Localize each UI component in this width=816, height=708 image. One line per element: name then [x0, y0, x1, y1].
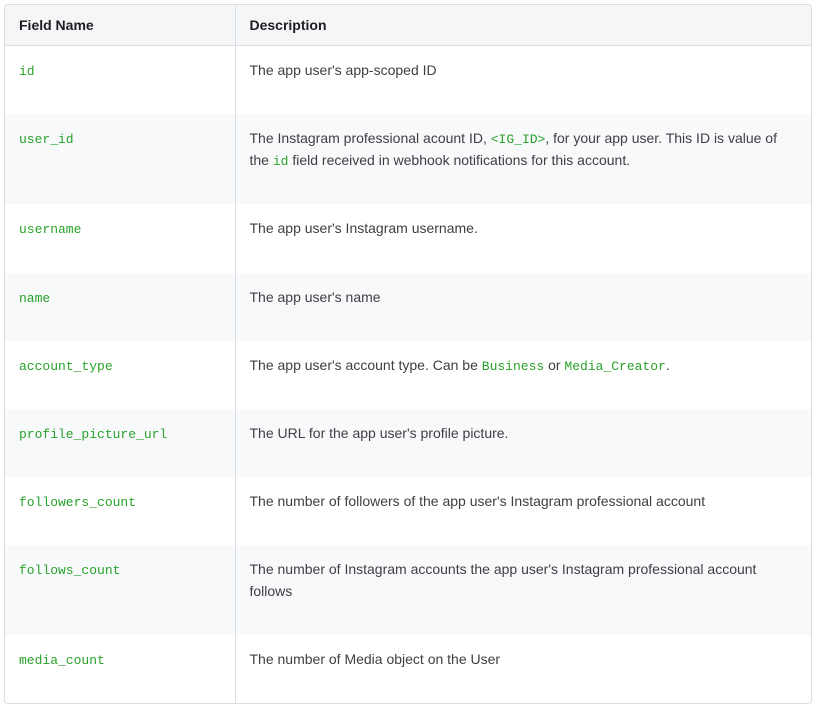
field-name-cell: id	[5, 46, 235, 115]
desc-text: The Instagram professional acount ID,	[250, 130, 491, 146]
desc-text: The app user's name	[250, 289, 381, 305]
table-row: account_type The app user's account type.…	[5, 341, 811, 409]
description-cell: The app user's Instagram username.	[235, 204, 811, 272]
desc-text: The app user's app-scoped ID	[250, 62, 437, 78]
table-body: id The app user's app-scoped ID user_id The…	[5, 46, 811, 703]
field-name-cell: followers_count	[5, 477, 235, 545]
table-row: follows_count The number of Instagram acc…	[5, 545, 811, 634]
description-cell: The number of followers of the app user'…	[235, 477, 811, 545]
field-code: account_type	[19, 359, 113, 374]
desc-text: field received in webhook notifications …	[288, 152, 630, 168]
inline-code: Business	[482, 359, 544, 374]
field-code: username	[19, 222, 81, 237]
field-name-cell: name	[5, 273, 235, 341]
desc-text: The URL for the app user's profile pictu…	[250, 425, 509, 441]
header-field-name: Field Name	[5, 5, 235, 46]
desc-text: The number of followers of the app user'…	[250, 493, 706, 509]
table-row: name The app user's name	[5, 273, 811, 341]
field-name-cell: follows_count	[5, 545, 235, 634]
description-cell: The app user's name	[235, 273, 811, 341]
desc-text: The app user's Instagram username.	[250, 220, 478, 236]
field-code: user_id	[19, 132, 74, 147]
table-row: followers_count The number of followers o…	[5, 477, 811, 545]
field-code: media_count	[19, 653, 105, 668]
table-row: user_id The Instagram professional acount…	[5, 114, 811, 204]
table-header-row: Field Name Description	[5, 5, 811, 46]
description-cell: The app user's app-scoped ID	[235, 46, 811, 115]
field-code: name	[19, 291, 50, 306]
field-code: followers_count	[19, 495, 136, 510]
field-name-cell: user_id	[5, 114, 235, 204]
fields-table-container: Field Name Description id The app user's …	[4, 4, 812, 704]
field-name-cell: profile_picture_url	[5, 409, 235, 477]
field-code: profile_picture_url	[19, 427, 167, 442]
desc-text: or	[544, 357, 564, 373]
field-code: follows_count	[19, 563, 120, 578]
desc-text: The app user's account type. Can be	[250, 357, 482, 373]
fields-table: Field Name Description id The app user's …	[5, 5, 811, 703]
description-cell: The app user's account type. Can be Busi…	[235, 341, 811, 409]
desc-text: The number of Media object on the User	[250, 651, 501, 667]
inline-code: id	[273, 154, 289, 169]
desc-text: The number of Instagram accounts the app…	[250, 561, 757, 599]
field-name-cell: username	[5, 204, 235, 272]
table-row: username The app user's Instagram usernam…	[5, 204, 811, 272]
description-cell: The number of Instagram accounts the app…	[235, 545, 811, 634]
desc-text: .	[666, 357, 670, 373]
inline-code: Media_Creator	[564, 359, 665, 374]
field-code: id	[19, 64, 35, 79]
table-row: id The app user's app-scoped ID	[5, 46, 811, 115]
field-name-cell: account_type	[5, 341, 235, 409]
inline-code: <IG_ID>	[491, 132, 546, 147]
table-row: profile_picture_url The URL for the app u…	[5, 409, 811, 477]
header-description: Description	[235, 5, 811, 46]
description-cell: The URL for the app user's profile pictu…	[235, 409, 811, 477]
description-cell: The Instagram professional acount ID, <I…	[235, 114, 811, 204]
